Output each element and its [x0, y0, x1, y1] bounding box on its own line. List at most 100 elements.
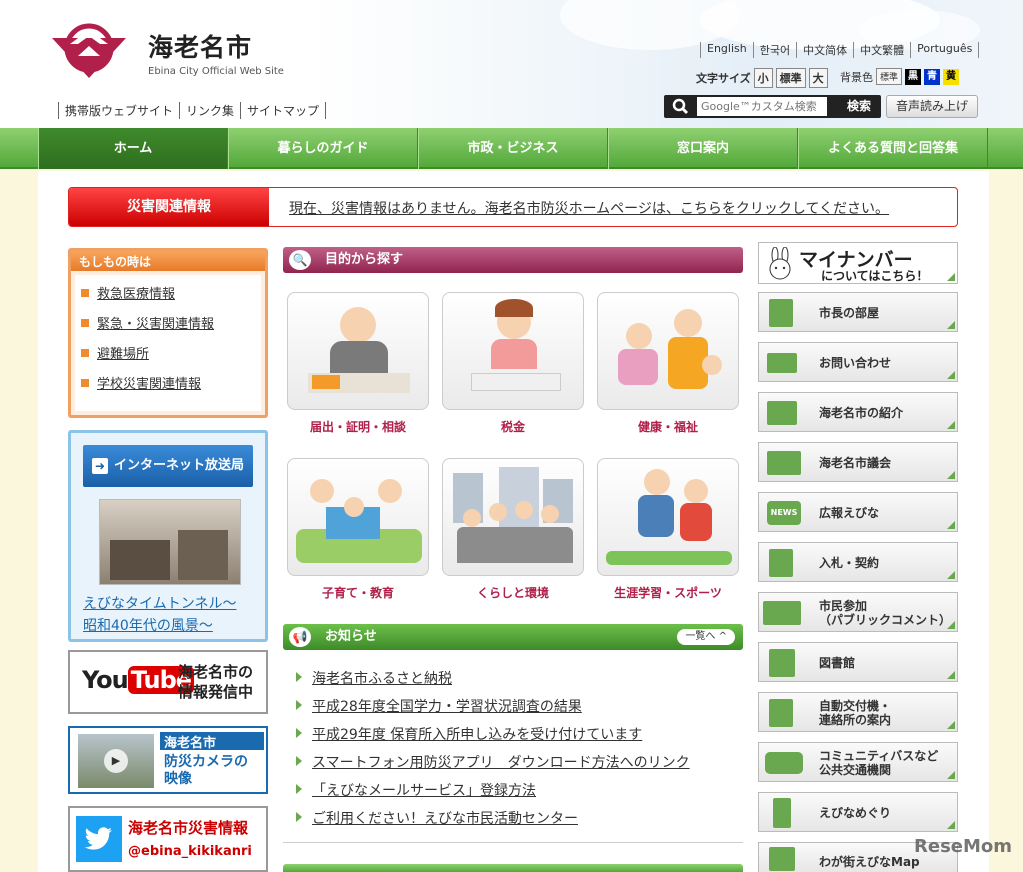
corner-icon	[947, 671, 955, 679]
site-title[interactable]: 海老名市	[148, 28, 252, 64]
mobile-site-link[interactable]: 携帯版ウェブサイト	[58, 102, 179, 119]
emergency-medical-link[interactable]: 救急医療情報	[97, 283, 175, 302]
arrow-right-icon: ➜	[91, 457, 108, 474]
card-childcare-education-label[interactable]: 子育て・教育	[287, 584, 429, 601]
news-link[interactable]: 「えびなメールサービス」登録方法	[312, 780, 536, 800]
lang-chinese-simplified-link[interactable]: 中文简体	[796, 42, 853, 58]
bg-standard-button[interactable]: 標準	[876, 68, 903, 85]
bidding-contract-button[interactable]: 入札・契約	[758, 542, 958, 582]
evacuation-site-link[interactable]: 避難場所	[97, 343, 149, 362]
news-link[interactable]: ご利用ください！えびな市民活動センター	[312, 808, 578, 828]
purpose-title: 目的から探す	[325, 252, 404, 267]
youtube-banner[interactable]: You Tube 海老名市の 情報発信中	[68, 650, 268, 714]
youtube-text: 海老名市の 情報発信中	[178, 662, 253, 702]
corner-icon	[947, 571, 955, 579]
old-town-photo[interactable]	[99, 499, 241, 585]
corner-icon	[947, 821, 955, 829]
card-living-environment-label[interactable]: くらしと環境	[442, 584, 584, 601]
card-health-welfare[interactable]	[597, 292, 739, 410]
nav-living-guide[interactable]: 暮らしのガイド	[228, 128, 418, 169]
lang-chinese-traditional-link[interactable]: 中文繁體	[853, 42, 910, 58]
school-disaster-link[interactable]: 学校災害関連情報	[97, 373, 201, 392]
nav-counter-info[interactable]: 窓口案内	[608, 128, 798, 169]
document-icon	[769, 549, 793, 577]
twitter-bird-icon	[76, 816, 122, 862]
emergency-disaster-link[interactable]: 緊急・災害関連情報	[97, 313, 214, 332]
bg-yellow-button[interactable]: 黄	[943, 68, 960, 85]
people-icon	[763, 601, 801, 625]
corner-icon	[947, 421, 955, 429]
corner-icon	[947, 771, 955, 779]
main-nav: ホーム 暮らしのガイド 市政・ビジネス 窓口案内 よくある質問と回答集	[0, 128, 1023, 169]
lang-english-link[interactable]: English	[700, 42, 753, 58]
corner-icon	[947, 521, 955, 529]
font-size-control: 文字サイズ 小 標準 大	[696, 68, 828, 88]
internet-broadcast-box: ➜ インターネット放送局 えびなタイムトンネル～ 昭和40年代の風景～	[68, 430, 268, 642]
voice-read-button[interactable]: 音声読み上げ	[886, 95, 978, 118]
list-item: 避難場所	[81, 343, 255, 362]
ebina-tour-button[interactable]: えびなめぐり	[758, 792, 958, 832]
my-number-banner[interactable]: マイナンバー についてはこちら！	[758, 242, 958, 284]
camera-line2: 映像	[164, 771, 192, 787]
search-button[interactable]: 検索	[838, 97, 880, 116]
background-color-control: 背景色 標準 黒 青 黄	[840, 68, 960, 85]
nav-home[interactable]: ホーム	[38, 128, 228, 169]
lang-portuguese-link[interactable]: Português	[910, 42, 980, 58]
disaster-banner[interactable]: 災害関連情報 現在、災害情報はありません。海老名市防災ホームページは、こちらをク…	[68, 187, 958, 227]
card-lifelong-sports[interactable]	[597, 458, 739, 576]
public-comment-button[interactable]: 市民参加 （パブリックコメント）	[758, 592, 958, 632]
mayor-room-button[interactable]: 市長の部屋	[758, 292, 958, 332]
corner-icon	[947, 471, 955, 479]
card-tax-label[interactable]: 税金	[442, 418, 584, 435]
card-notification[interactable]	[287, 292, 429, 410]
font-size-small-button[interactable]: 小	[753, 68, 773, 88]
news-link[interactable]: 平成29年度 保育所入所申し込みを受け付けています	[312, 724, 642, 744]
disaster-camera-banner[interactable]: ▶ 海老名市 防災カメラの 映像	[68, 726, 268, 794]
bg-black-button[interactable]: 黒	[905, 68, 922, 85]
side-label: 海老名市議会	[819, 456, 892, 470]
font-size-large-button[interactable]: 大	[808, 68, 828, 88]
lang-korean-link[interactable]: 한국어	[752, 42, 796, 58]
disaster-link[interactable]: 現在、災害情報はありません。海老名市防災ホームページは、こちらをクリックしてくだ…	[289, 198, 889, 218]
bg-blue-button[interactable]: 青	[924, 68, 941, 85]
news-link[interactable]: スマートフォン用防災アプリ ダウンロード方法へのリンク	[312, 752, 690, 772]
font-size-standard-button[interactable]: 標準	[775, 68, 806, 88]
city-intro-button[interactable]: 海老名市の紹介	[758, 392, 958, 432]
bullet-icon	[296, 812, 302, 822]
utility-links: 携帯版ウェブサイト リンク集 サイトマップ	[58, 102, 327, 119]
twitter-banner[interactable]: 海老名市災害情報 @ebina_kikikanri	[68, 806, 268, 872]
book-icon	[769, 649, 795, 677]
news-link[interactable]: 平成28年度全国学力・学習状況調査の結果	[312, 696, 582, 716]
card-health-welfare-label[interactable]: 健康・福祉	[597, 418, 739, 435]
card-lifelong-sports-label[interactable]: 生涯学習・スポーツ	[597, 584, 739, 601]
side-label: 図書館	[819, 656, 856, 670]
bullet-icon	[296, 756, 302, 766]
city-emblem-logo[interactable]	[48, 20, 130, 80]
time-tunnel-link[interactable]: えびなタイムトンネル～ 昭和40年代の風景～	[83, 593, 236, 637]
contact-button[interactable]: お問い合わせ	[758, 342, 958, 382]
card-childcare-education[interactable]	[287, 458, 429, 576]
youtube-line1: 海老名市の	[178, 663, 254, 681]
news-all-button[interactable]: 一覧へ ^	[677, 629, 735, 645]
search-input[interactable]	[697, 97, 827, 116]
my-number-subtitle: についてはこちら！	[821, 269, 929, 283]
city-council-button[interactable]: 海老名市議会	[758, 442, 958, 482]
corner-icon	[947, 371, 955, 379]
nav-faq[interactable]: よくある質問と回答集	[798, 128, 988, 169]
twitter-line1: 海老名市災害情報	[128, 819, 249, 837]
search-icon	[672, 98, 689, 115]
nav-city-business[interactable]: 市政・ビジネス	[418, 128, 608, 169]
kiosk-branch-button[interactable]: 自動交付機・ 連絡所の案内	[758, 692, 958, 732]
sitemap-link[interactable]: サイトマップ	[240, 102, 327, 119]
links-page-link[interactable]: リンク集	[179, 102, 240, 119]
card-tax[interactable]	[442, 292, 584, 410]
card-notification-label[interactable]: 届出・証明・相談	[287, 418, 429, 435]
arrow-icon	[81, 318, 89, 327]
card-living-environment[interactable]	[442, 458, 584, 576]
public-transport-button[interactable]: コミュニティバスなど 公共交通機関	[758, 742, 958, 782]
library-button[interactable]: 図書館	[758, 642, 958, 682]
bullet-icon	[296, 700, 302, 710]
news-link[interactable]: 海老名市ふるさと納税	[312, 668, 452, 688]
public-relations-button[interactable]: NEWS 広報えびな	[758, 492, 958, 532]
internet-broadcast-button[interactable]: ➜ インターネット放送局	[83, 445, 253, 487]
